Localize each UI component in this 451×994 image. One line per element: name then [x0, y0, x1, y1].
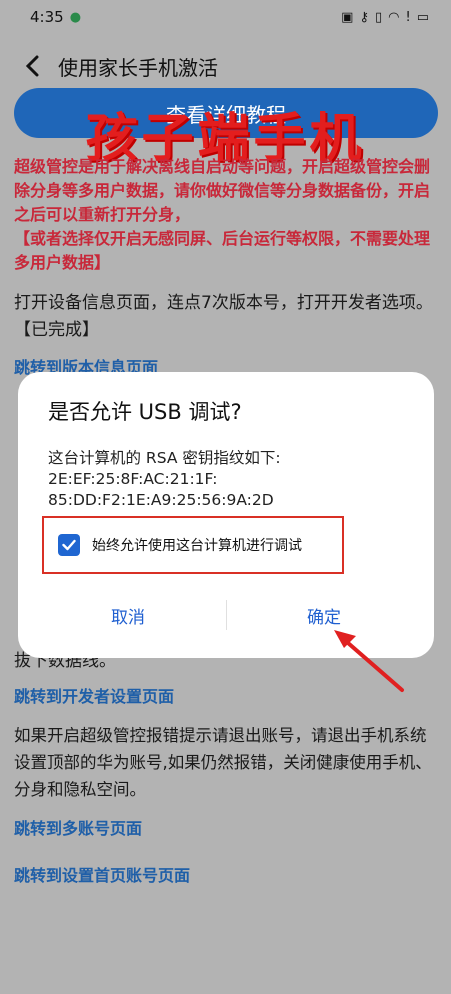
step1-text: 打开设备信息页面，连点7次版本号，打开开发者选项。【已完成】	[14, 293, 433, 340]
status-bar: 4:35 ● ▣ ⚷ ▯ ◠ ! ▭	[0, 0, 451, 34]
fingerprint-line-2: 85:DD:F2:1E:A9:25:56:9A:2D	[48, 491, 274, 509]
link-settings-account[interactable]: 跳转到设置首页账号页面	[14, 862, 190, 886]
warning-line-2: 【或者选择仅开启无感同屏、后台运行等权限，不需要处理多用户数据】	[14, 229, 431, 272]
status-time: 4:35	[30, 8, 64, 26]
battery-icon: ▭	[416, 9, 429, 25]
warning-text: 超级管控是用于解决离线自启动等问题，开启超级管控会删除分身等多用户数据，请你做好…	[14, 155, 438, 275]
wifi-icon: ◠	[388, 9, 400, 25]
dialog-message-label: 这台计算机的 RSA 密钥指纹如下:	[48, 449, 281, 467]
check-icon	[62, 539, 76, 551]
always-allow-row[interactable]: 始终允许使用这台计算机进行调试	[42, 516, 344, 574]
link-developer-settings[interactable]: 跳转到开发者设置页面	[14, 683, 174, 707]
always-allow-label: 始终允许使用这台计算机进行调试	[92, 538, 302, 554]
page-title: 使用家长手机激活	[58, 55, 218, 80]
dialog-message: 这台计算机的 RSA 密钥指纹如下: 2E:EF:25:8F:AC:21:1F:…	[48, 448, 418, 511]
notification-icon: ●	[69, 9, 82, 25]
status-icons: ▣ ⚷ ▯ ◠ ! ▭	[341, 10, 429, 25]
link-multi-account[interactable]: 跳转到多账号页面	[14, 815, 142, 839]
cancel-button[interactable]: 取消	[58, 598, 198, 632]
key-icon: ⚷	[359, 9, 369, 25]
alert-icon: !	[405, 9, 411, 25]
back-icon[interactable]	[12, 46, 52, 86]
usb-debug-dialog: 是否允许 USB 调试? 这台计算机的 RSA 密钥指纹如下: 2E:EF:25…	[18, 372, 434, 658]
always-allow-checkbox[interactable]	[58, 534, 80, 556]
nfc-icon: ▣	[341, 9, 354, 25]
fingerprint-line-1: 2E:EF:25:8F:AC:21:1F:	[48, 470, 218, 488]
warning-line-1: 超级管控是用于解决离线自启动等问题，开启超级管控会删除分身等多用户数据，请你做好…	[14, 157, 431, 224]
dialog-title: 是否允许 USB 调试?	[48, 400, 242, 424]
button-divider	[226, 600, 227, 630]
ok-button[interactable]: 确定	[254, 598, 394, 632]
step2-text: 如果开启超级管控报错提示请退出账号，请退出手机系统设置顶部的华为账号,如果仍然报…	[14, 726, 432, 799]
app-bar: 使用家长手机激活	[0, 40, 451, 92]
vibrate-icon: ▯	[374, 9, 383, 25]
